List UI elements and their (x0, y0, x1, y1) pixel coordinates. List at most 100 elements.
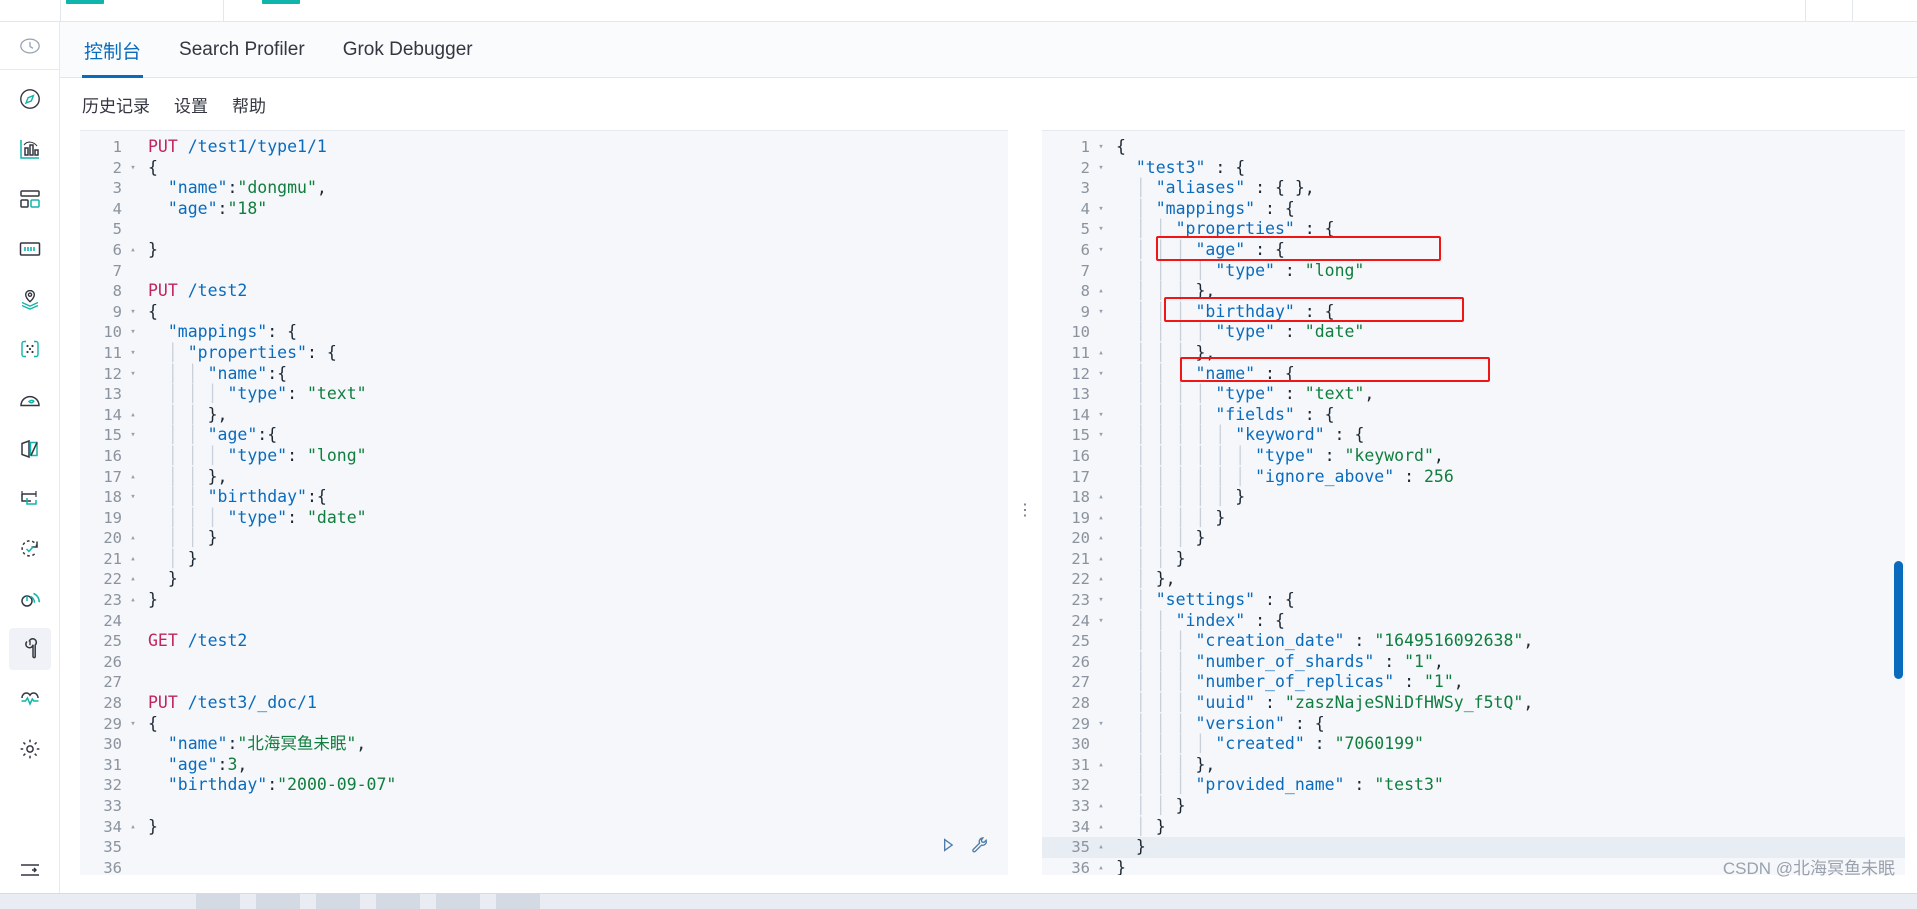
fold-toggle-icon[interactable]: ▴ (126, 240, 140, 261)
code-line[interactable]: 20 ▴ │ │ │ } (1042, 528, 1905, 549)
fold-toggle-icon[interactable]: ▴ (1094, 837, 1108, 858)
code-line[interactable]: 21 ▴ │ │ } (1042, 549, 1905, 570)
code-line[interactable]: 12 ▾ │ │ │ "name" : { (1042, 364, 1905, 385)
code-line[interactable]: 34 ▴} (80, 817, 1008, 838)
fold-toggle-icon[interactable]: ▾ (126, 487, 140, 508)
sidebar-item-visualize[interactable] (9, 128, 51, 170)
fold-toggle-icon[interactable]: ▾ (126, 343, 140, 364)
code-line[interactable]: 5 ▾ │ │ "properties" : { (1042, 219, 1905, 240)
fold-toggle-icon[interactable]: ▾ (1094, 302, 1108, 323)
fold-toggle-icon[interactable]: ▾ (1094, 364, 1108, 385)
code-line[interactable]: 7 (80, 261, 1008, 282)
code-line[interactable]: 28 PUT /test3/_doc/1 (80, 693, 1008, 714)
fold-toggle-icon[interactable]: ▴ (1094, 796, 1108, 817)
fold-toggle-icon[interactable]: ▴ (1094, 569, 1108, 590)
taskbar-item-5[interactable] (436, 893, 480, 909)
fold-toggle-icon[interactable]: ▾ (126, 714, 140, 735)
code-line[interactable]: 21 ▴ │ } (80, 549, 1008, 570)
sidebar-item-monitoring[interactable] (9, 678, 51, 720)
sidebar-item-recently-viewed[interactable] (0, 22, 60, 70)
code-line[interactable]: 28 │ │ │ "uuid" : "zaszNajeSNiDfHWSy_f5t… (1042, 693, 1905, 714)
code-line[interactable]: 8 PUT /test2 (80, 281, 1008, 302)
subnav-help[interactable]: 帮助 (232, 92, 266, 117)
code-line[interactable]: 19 ▴ │ │ │ │ } (1042, 508, 1905, 529)
pane-divider[interactable]: ⋮ (1008, 130, 1042, 875)
code-line[interactable]: 1 PUT /test1/type1/1 (80, 137, 1008, 158)
code-line[interactable]: 15 ▾ │ │ │ │ │ "keyword" : { (1042, 425, 1905, 446)
fold-toggle-icon[interactable]: ▾ (1094, 240, 1108, 261)
taskbar-item-4[interactable] (376, 893, 420, 909)
sidebar-item-infrastructure[interactable] (9, 378, 51, 420)
fold-toggle-icon[interactable]: ▾ (126, 425, 140, 446)
code-line[interactable]: 26 (80, 652, 1008, 673)
code-line[interactable]: 25 │ │ │ "creation_date" : "164951609263… (1042, 631, 1905, 652)
fold-toggle-icon[interactable]: ▴ (126, 549, 140, 570)
code-line[interactable]: 31 "age":3, (80, 755, 1008, 776)
fold-toggle-icon[interactable]: ▾ (1094, 137, 1108, 158)
code-line[interactable]: 4 ▾ │ "mappings" : { (1042, 199, 1905, 220)
sidebar-item-logs[interactable] (9, 428, 51, 470)
fold-toggle-icon[interactable]: ▾ (1094, 425, 1108, 446)
code-line[interactable]: 7 │ │ │ │ "type" : "long" (1042, 261, 1905, 282)
code-line[interactable]: 6 ▴} (80, 240, 1008, 261)
code-line[interactable]: 3 "name":"dongmu", (80, 178, 1008, 199)
sidebar-item-apm[interactable] (9, 478, 51, 520)
code-line[interactable]: 4 "age":"18" (80, 199, 1008, 220)
subnav-history[interactable]: 历史记录 (82, 92, 150, 117)
fold-toggle-icon[interactable]: ▴ (1094, 549, 1108, 570)
fold-toggle-icon[interactable]: ▾ (126, 302, 140, 323)
fold-toggle-icon[interactable]: ▴ (126, 467, 140, 488)
sidebar-item-maps[interactable] (9, 278, 51, 320)
fold-toggle-icon[interactable]: ▴ (1094, 508, 1108, 529)
code-line[interactable]: 2 ▾ { (80, 158, 1008, 179)
code-line[interactable]: 27 (80, 672, 1008, 693)
code-line[interactable]: 23 ▴} (80, 590, 1008, 611)
code-line[interactable]: 9 ▾ │ │ │ "birthday" : { (1042, 302, 1905, 323)
taskbar-item-6[interactable] (496, 893, 540, 909)
sidebar-item-uptime[interactable] (9, 528, 51, 570)
code-line[interactable]: 15 ▾ │ │ "age":{ (80, 425, 1008, 446)
request-editor[interactable]: 1 PUT /test1/type1/1 2 ▾{3 "name":"dongmu",… (80, 130, 1008, 875)
fold-toggle-icon[interactable]: ▴ (126, 817, 140, 838)
code-line[interactable]: 26 │ │ │ "number_of_shards" : "1", (1042, 652, 1905, 673)
code-line[interactable]: 8 ▴ │ │ │ }, (1042, 281, 1905, 302)
code-line[interactable]: 34 ▴ │ } (1042, 817, 1905, 838)
fold-toggle-icon[interactable]: ▴ (126, 528, 140, 549)
code-line[interactable]: 6 ▾ │ │ │ "age" : { (1042, 240, 1905, 261)
fold-toggle-icon[interactable]: ▴ (1094, 528, 1108, 549)
code-line[interactable]: 10 │ │ │ │ "type" : "date" (1042, 322, 1905, 343)
code-line[interactable]: 2 ▾ "test3" : { (1042, 158, 1905, 179)
fold-toggle-icon[interactable]: ▴ (126, 569, 140, 590)
fold-toggle-icon[interactable]: ▴ (126, 405, 140, 426)
fold-toggle-icon[interactable]: ▴ (1094, 755, 1108, 776)
code-line[interactable]: 25 GET /test2 (80, 631, 1008, 652)
fold-toggle-icon[interactable]: ▴ (1094, 343, 1108, 364)
code-line[interactable]: 33 (80, 796, 1008, 817)
code-line[interactable]: 27 │ │ │ "number_of_replicas" : "1", (1042, 672, 1905, 693)
code-line[interactable]: 18 ▾ │ │ "birthday":{ (80, 487, 1008, 508)
code-line[interactable]: 16 │ │ │ │ │ │ "type" : "keyword", (1042, 446, 1905, 467)
fold-toggle-icon[interactable]: ▾ (126, 158, 140, 179)
fold-toggle-icon[interactable]: ▴ (1094, 817, 1108, 838)
tab-grok-debugger[interactable]: Grok Debugger (341, 22, 475, 78)
code-line[interactable]: 32 │ │ │ "provided_name" : "test3" (1042, 775, 1905, 796)
code-line[interactable]: 11 ▴ │ │ │ }, (1042, 343, 1905, 364)
tab-console[interactable]: 控制台 (82, 22, 144, 78)
fold-toggle-icon[interactable]: ▾ (1094, 158, 1108, 179)
code-line[interactable]: 3 │ "aliases" : { }, (1042, 178, 1905, 199)
code-line[interactable]: 19 │ │ │ "type": "date" (80, 508, 1008, 529)
code-line[interactable]: 20 ▴ │ │ } (80, 528, 1008, 549)
code-line[interactable]: 32 "birthday":"2000-09-07" (80, 775, 1008, 796)
code-line[interactable]: 13 │ │ │ "type": "text" (80, 384, 1008, 405)
response-viewer[interactable]: 1 ▾{2 ▾ "test3" : {3 │ "aliases" : { }, 4 ▾ … (1042, 130, 1905, 875)
code-line[interactable]: 22 ▴ } (80, 569, 1008, 590)
wrench-actions-icon[interactable] (970, 835, 990, 861)
fold-toggle-icon[interactable]: ▾ (126, 322, 140, 343)
fold-toggle-icon[interactable]: ▾ (1094, 219, 1108, 240)
code-line[interactable]: 14 ▾ │ │ │ │ "fields" : { (1042, 405, 1905, 426)
fold-toggle-icon[interactable]: ▾ (1094, 590, 1108, 611)
fold-toggle-icon[interactable]: ▴ (1094, 487, 1108, 508)
fold-toggle-icon[interactable]: ▾ (1094, 199, 1108, 220)
code-line[interactable]: 16 │ │ │ "type": "long" (80, 446, 1008, 467)
code-line[interactable]: 18 ▴ │ │ │ │ │ } (1042, 487, 1905, 508)
